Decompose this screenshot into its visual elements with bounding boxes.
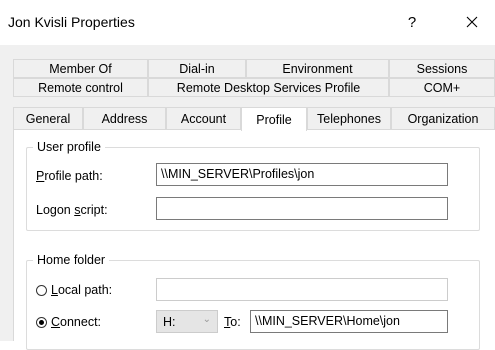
tab-member-of[interactable]: Member Of (13, 59, 148, 78)
user-profile-group-label: User profile (33, 140, 105, 154)
logon-script-label: Logon script: (36, 203, 108, 217)
tab-account[interactable]: Account (166, 107, 241, 131)
dialog-body: Member Of Dial-in Environment Sessions R… (0, 45, 495, 350)
connect-label[interactable]: Connect: (51, 315, 101, 329)
tab-sessions[interactable]: Sessions (389, 59, 495, 78)
title-bar: Jon Kvisli Properties ? (0, 0, 495, 45)
local-path-label[interactable]: Local path: (51, 283, 112, 297)
profile-tab-page: User profile Profile path: \\MIN_SERVER\… (13, 129, 495, 350)
tab-dial-in[interactable]: Dial-in (148, 59, 246, 78)
tab-remote-desktop-services-profile[interactable]: Remote Desktop Services Profile (148, 78, 389, 97)
tab-remote-control[interactable]: Remote control (13, 78, 148, 97)
tab-strip: Member Of Dial-in Environment Sessions R… (13, 59, 495, 131)
tab-organization[interactable]: Organization (391, 107, 495, 131)
local-path-input[interactable] (156, 278, 448, 301)
tab-address[interactable]: Address (83, 107, 166, 131)
drive-letter-value: H: (163, 315, 176, 329)
profile-path-input[interactable]: \\MIN_SERVER\Profiles\jon (156, 163, 448, 186)
tab-com-plus[interactable]: COM+ (389, 78, 495, 97)
local-path-radio[interactable] (36, 285, 47, 296)
drive-letter-select[interactable]: H: ⌄ (156, 310, 218, 333)
home-folder-group: Home folder (26, 253, 480, 350)
home-folder-group-label: Home folder (33, 253, 110, 267)
close-icon (466, 16, 478, 28)
logon-script-input[interactable] (156, 197, 448, 220)
tab-general[interactable]: General (13, 107, 83, 131)
profile-path-label: Profile path: (36, 169, 103, 183)
connect-radio[interactable] (36, 317, 47, 328)
tab-profile[interactable]: Profile (241, 107, 307, 131)
close-button[interactable] (457, 8, 487, 36)
window-title: Jon Kvisli Properties (8, 14, 135, 30)
chevron-down-icon: ⌄ (202, 314, 211, 325)
help-icon: ? (407, 13, 417, 31)
tab-telephones[interactable]: Telephones (307, 107, 391, 131)
to-label: To: (224, 315, 241, 329)
connect-to-input[interactable]: \\MIN_SERVER\Home\jon (250, 310, 448, 333)
help-button[interactable]: ? (398, 8, 426, 36)
tab-environment[interactable]: Environment (246, 59, 389, 78)
